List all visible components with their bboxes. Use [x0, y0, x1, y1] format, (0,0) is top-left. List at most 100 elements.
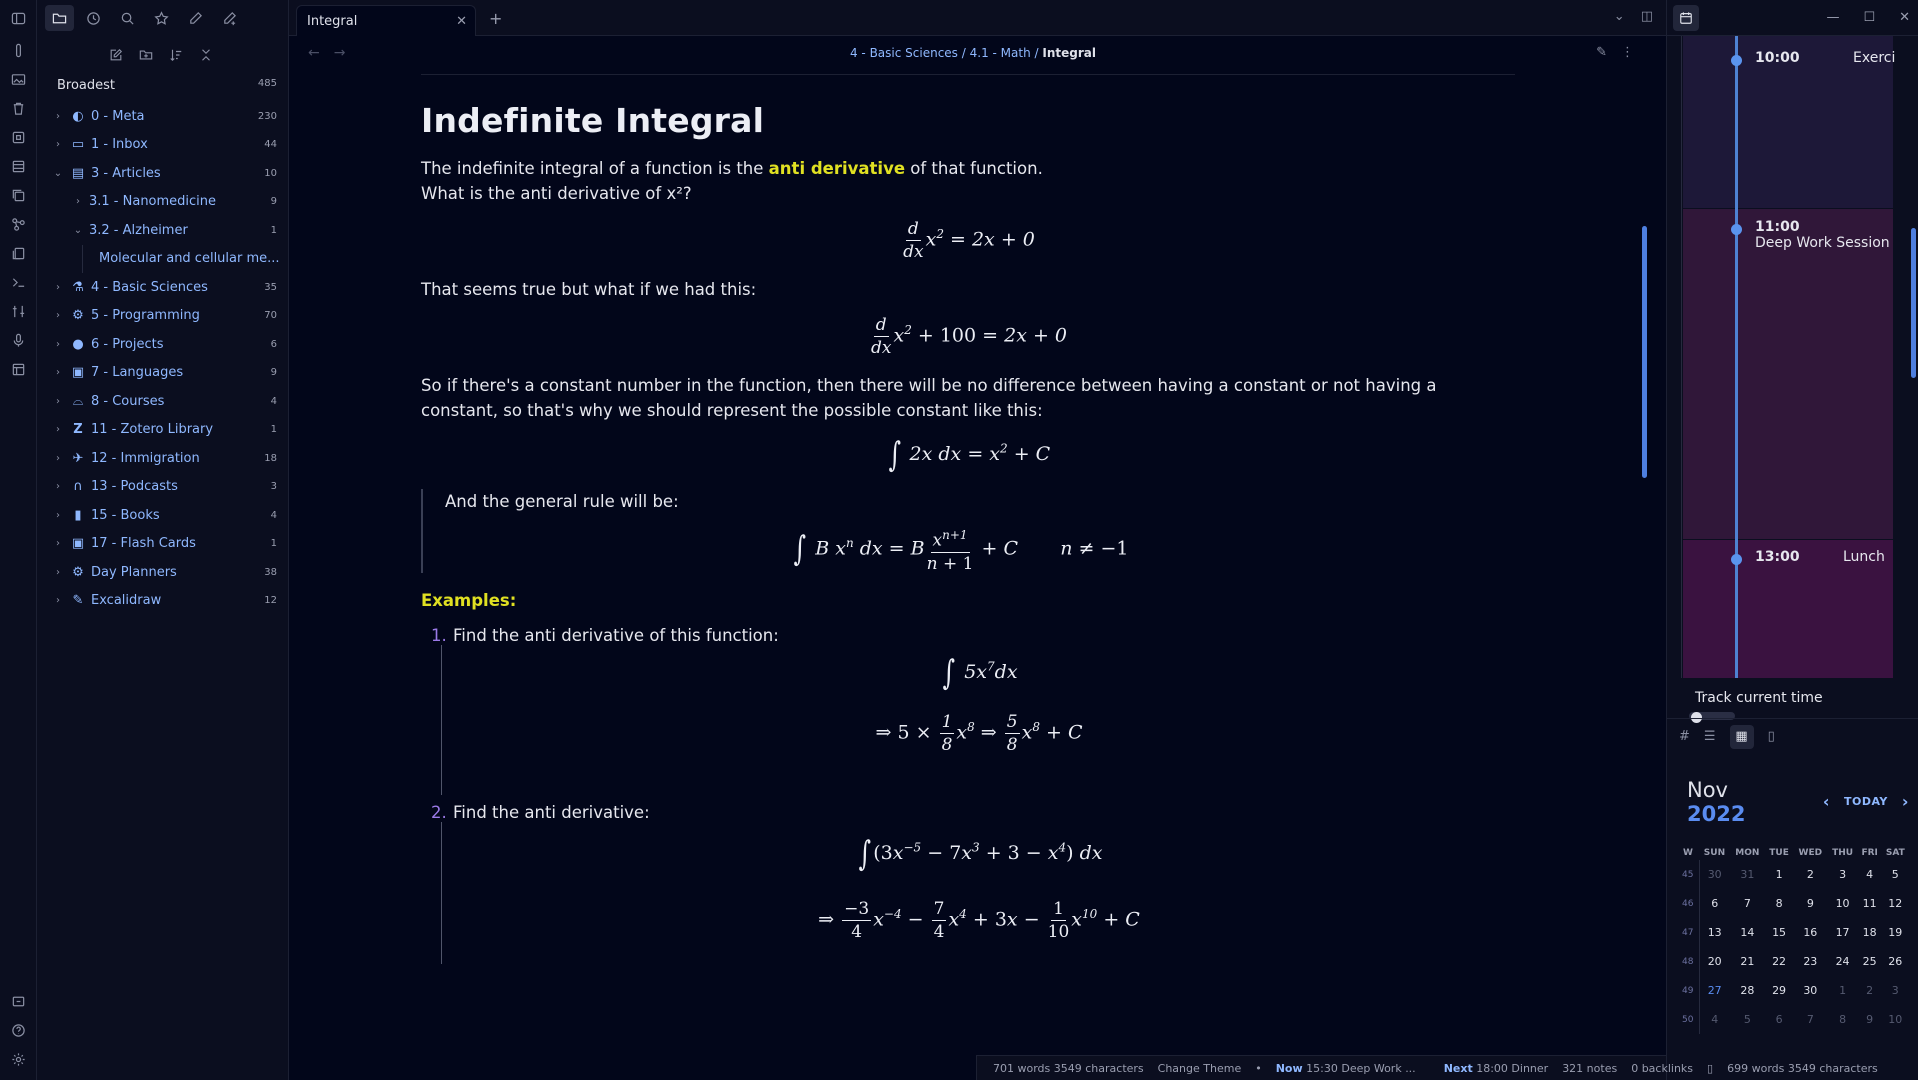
calendar-icon[interactable]: ▦ [1729, 724, 1754, 749]
calendar-day-icon[interactable] [0, 123, 37, 152]
calendar-day[interactable]: 1 [1765, 860, 1793, 889]
calendar-day[interactable]: 30 [1699, 860, 1730, 889]
calendar-day[interactable]: 18 [1858, 918, 1882, 947]
calendar-tab-icon[interactable] [1673, 4, 1699, 31]
calendar-day[interactable]: 12 [1882, 889, 1909, 918]
calendar-day[interactable]: 9 [1858, 1005, 1882, 1034]
calendar-day[interactable]: 21 [1730, 947, 1765, 976]
gallery-icon[interactable] [0, 65, 37, 94]
folder-projects[interactable]: › ● 6 - Projects 6 [51, 330, 283, 359]
vault-switch-icon[interactable] [0, 987, 37, 1016]
calendar-day[interactable]: 7 [1793, 1005, 1827, 1034]
chevron-down-icon[interactable]: ⌄ [71, 225, 85, 236]
collapse-all-icon[interactable] [197, 46, 215, 64]
window-close-icon[interactable]: ✕ [1899, 10, 1910, 25]
file-molecular[interactable]: Molecular and cellular me... [82, 244, 283, 273]
calendar-day[interactable]: 1 [1827, 976, 1857, 1005]
calendar-day[interactable]: 6 [1765, 1005, 1793, 1034]
folder-basic-sciences[interactable]: › ⚗ 4 - Basic Sciences 35 [51, 273, 283, 302]
calendar-day[interactable]: 6 [1699, 889, 1730, 918]
calendar-day[interactable]: 30 [1793, 976, 1827, 1005]
event-block-deep-work[interactable] [1683, 209, 1893, 539]
recent-clock-icon[interactable] [79, 5, 108, 31]
trash-icon[interactable] [0, 94, 37, 123]
sidebar-toggle-icon[interactable] [0, 0, 37, 36]
new-folder-icon[interactable] [137, 46, 155, 64]
now-event[interactable]: Now 15:30 Deep Work ... [1276, 1062, 1416, 1075]
calendar-day[interactable]: 14 [1730, 918, 1765, 947]
graph-icon[interactable] [0, 210, 37, 239]
minimize-icon[interactable]: — [1826, 10, 1839, 25]
calendar-day[interactable]: 26 [1882, 947, 1909, 976]
calendar-day[interactable]: 3 [1882, 976, 1909, 1005]
right-sidebar-toggle-icon[interactable]: ◫ [1641, 9, 1653, 24]
calendar-day[interactable]: 17 [1827, 918, 1857, 947]
calendar-day[interactable]: 7 [1730, 889, 1765, 918]
document-icon[interactable]: ▯ [1768, 729, 1775, 744]
chevron-right-icon[interactable]: › [71, 196, 85, 207]
calendar-day[interactable]: 11 [1858, 889, 1882, 918]
calendar-day[interactable]: 23 [1793, 947, 1827, 976]
chevron-right-icon[interactable]: › [51, 367, 65, 378]
calendar-day[interactable]: 24 [1827, 947, 1857, 976]
search-icon[interactable] [113, 5, 142, 31]
calendar-day[interactable]: 19 [1882, 918, 1909, 947]
calendar-day[interactable]: 27 [1699, 976, 1730, 1005]
help-icon[interactable] [0, 1016, 37, 1045]
calendar-day[interactable]: 5 [1730, 1005, 1765, 1034]
chevron-right-icon[interactable]: › [51, 396, 65, 407]
new-tab-plus-icon[interactable]: + [489, 9, 502, 28]
calendar-day[interactable]: 8 [1765, 889, 1793, 918]
folder-nanomedicine[interactable]: › 3.1 - Nanomedicine 9 [51, 188, 283, 217]
sliders-icon[interactable] [0, 297, 37, 326]
breadcrumb-math[interactable]: 4.1 - Math [970, 46, 1031, 60]
breadcrumb-basic-sciences[interactable]: 4 - Basic Sciences [850, 46, 958, 60]
list-icon[interactable]: ☰ [1704, 729, 1716, 744]
calendar-day[interactable]: 25 [1858, 947, 1882, 976]
template-icon[interactable] [0, 152, 37, 181]
chevron-right-icon[interactable]: › [51, 481, 65, 492]
more-options-icon[interactable]: ⋮ [1621, 45, 1634, 60]
link-icon[interactable] [0, 36, 37, 65]
table-icon[interactable] [0, 355, 37, 384]
files-icon[interactable] [0, 239, 37, 268]
chevron-left-icon[interactable]: ‹ [1823, 792, 1830, 811]
calendar-day[interactable]: 15 [1765, 918, 1793, 947]
tab-list-chevron-icon[interactable]: ⌄ [1614, 9, 1625, 24]
chevron-right-icon[interactable]: › [1902, 792, 1909, 811]
chevron-right-icon[interactable]: › [51, 453, 65, 464]
chevron-right-icon[interactable]: › [51, 111, 65, 122]
chevron-right-icon[interactable]: › [51, 424, 65, 435]
book-open-icon[interactable]: ▯ [1707, 1062, 1713, 1075]
pencil-plus-icon[interactable] [215, 5, 244, 31]
chevron-right-icon[interactable]: › [51, 567, 65, 578]
folder-books[interactable]: › ▮ 15 - Books 4 [51, 501, 283, 530]
folder-alzheimer[interactable]: ⌄ 3.2 - Alzheimer 1 [51, 216, 283, 245]
calendar-day[interactable]: 22 [1765, 947, 1793, 976]
calendar-day[interactable]: 2 [1793, 860, 1827, 889]
chevron-right-icon[interactable]: › [51, 510, 65, 521]
vault-root[interactable]: Broadest 485 [57, 78, 283, 93]
folder-immigration[interactable]: › ✈ 12 - Immigration 18 [51, 444, 283, 473]
folder-articles[interactable]: ⌄ ▤ 3 - Articles 10 [51, 159, 283, 188]
chevron-right-icon[interactable]: › [51, 595, 65, 606]
calendar-day[interactable]: 8 [1827, 1005, 1857, 1034]
chevron-down-icon[interactable]: ⌄ [51, 168, 65, 179]
calendar-day[interactable]: 9 [1793, 889, 1827, 918]
backlinks-count[interactable]: 0 backlinks [1631, 1062, 1693, 1075]
edit-pencil-icon[interactable]: ✎ [1596, 45, 1607, 60]
change-theme-button[interactable]: Change Theme [1158, 1062, 1242, 1075]
folder-podcasts[interactable]: › ∩ 13 - Podcasts 3 [51, 473, 283, 502]
tab-integral[interactable]: Integral ✕ [296, 5, 476, 36]
folder-flash-cards[interactable]: › ▣ 17 - Flash Cards 1 [51, 530, 283, 559]
calendar-day[interactable]: 2 [1858, 976, 1882, 1005]
calendar-day[interactable]: 4 [1858, 860, 1882, 889]
chevron-right-icon[interactable]: › [51, 282, 65, 293]
copy-icon[interactable] [0, 181, 37, 210]
settings-gear-icon[interactable] [0, 1045, 37, 1074]
calendar-day[interactable]: 28 [1730, 976, 1765, 1005]
new-note-icon[interactable] [107, 46, 125, 64]
calendar-day[interactable]: 4 [1699, 1005, 1730, 1034]
calendar-day[interactable]: 16 [1793, 918, 1827, 947]
folder-meta[interactable]: › ◐ 0 - Meta 230 [51, 102, 283, 131]
